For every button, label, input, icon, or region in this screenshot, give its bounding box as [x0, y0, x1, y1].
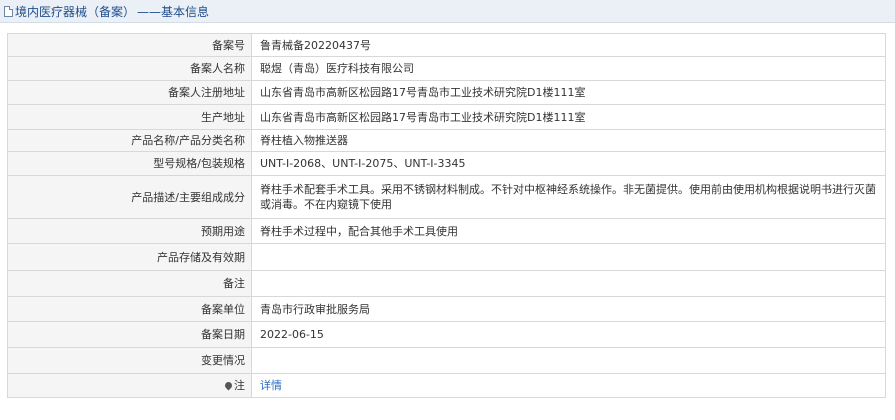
- table-row: 变更情况: [7, 347, 886, 374]
- table-row: 注 详情: [7, 373, 886, 398]
- row-value-intended-use: 脊柱手术过程中，配合其他手术工具使用: [251, 218, 886, 244]
- page-header: 境内医疗器械（备案） ——基本信息: [0, 0, 895, 23]
- row-value-registered-address: 山东省青岛市高新区松园路17号青岛市工业技术研究院D1楼111室: [251, 80, 886, 105]
- row-label-registered-address: 备案人注册地址: [7, 80, 252, 105]
- row-label-note: 注: [7, 373, 252, 398]
- row-label-product-description: 产品描述/主要组成成分: [7, 175, 252, 219]
- row-label-product-name: 产品名称/产品分类名称: [7, 129, 252, 152]
- table-row: 产品描述/主要组成成分 脊柱手术配套手术工具。采用不锈钢材料制成。不针对中枢神经…: [7, 175, 886, 219]
- row-label-change-status: 变更情况: [7, 347, 252, 374]
- page-title: 境内医疗器械（备案）: [15, 4, 136, 19]
- table-row: 备案单位 青岛市行政审批服务局: [7, 296, 886, 322]
- table-row: 产品存储及有效期: [7, 243, 886, 271]
- row-label-intended-use: 预期用途: [7, 218, 252, 244]
- row-label-filing-date: 备案日期: [7, 321, 252, 348]
- row-value-record-number: 鲁青械备20220437号: [251, 33, 886, 57]
- row-value-product-name: 脊柱植入物推送器: [251, 129, 886, 152]
- table-row: 备案人名称 聪煜（青岛）医疗科技有限公司: [7, 56, 886, 81]
- table-row: 生产地址 山东省青岛市高新区松园路17号青岛市工业技术研究院D1楼111室: [7, 104, 886, 130]
- page-subtitle: ——基本信息: [137, 4, 210, 19]
- row-value-note: 详情: [251, 373, 886, 398]
- details-link[interactable]: 详情: [260, 379, 282, 392]
- basic-info-table: 备案号 鲁青械备20220437号 备案人名称 聪煜（青岛）医疗科技有限公司 备…: [7, 33, 886, 398]
- table-row: 预期用途 脊柱手术过程中，配合其他手术工具使用: [7, 218, 886, 244]
- note-label-text: 注: [234, 379, 245, 392]
- table-row: 产品名称/产品分类名称 脊柱植入物推送器: [7, 129, 886, 152]
- row-label-record-number: 备案号: [7, 33, 252, 57]
- row-value-model-spec: UNT-I-2068、UNT-I-2075、UNT-I-3345: [251, 151, 886, 176]
- row-value-storage-validity: [251, 243, 886, 271]
- row-value-remarks: [251, 270, 886, 297]
- table-row: 型号规格/包装规格 UNT-I-2068、UNT-I-2075、UNT-I-33…: [7, 151, 886, 176]
- row-label-storage-validity: 产品存储及有效期: [7, 243, 252, 271]
- row-value-product-description: 脊柱手术配套手术工具。采用不锈钢材料制成。不针对中枢神经系统操作。非无菌提供。使…: [251, 175, 886, 219]
- table-row: 备案日期 2022-06-15: [7, 321, 886, 348]
- row-value-change-status: [251, 347, 886, 374]
- note-icon: [223, 380, 234, 391]
- row-label-filer-name: 备案人名称: [7, 56, 252, 81]
- table-row: 备案号 鲁青械备20220437号: [7, 33, 886, 57]
- table-row: 备案人注册地址 山东省青岛市高新区松园路17号青岛市工业技术研究院D1楼111室: [7, 80, 886, 105]
- row-value-filing-unit: 青岛市行政审批服务局: [251, 296, 886, 322]
- row-value-production-address: 山东省青岛市高新区松园路17号青岛市工业技术研究院D1楼111室: [251, 104, 886, 130]
- row-label-remarks: 备注: [7, 270, 252, 297]
- row-label-production-address: 生产地址: [7, 104, 252, 130]
- document-icon: [4, 5, 13, 17]
- row-value-filer-name: 聪煜（青岛）医疗科技有限公司: [251, 56, 886, 81]
- row-label-filing-unit: 备案单位: [7, 296, 252, 322]
- table-row: 备注: [7, 270, 886, 297]
- row-label-model-spec: 型号规格/包装规格: [7, 151, 252, 176]
- row-value-filing-date: 2022-06-15: [251, 321, 886, 348]
